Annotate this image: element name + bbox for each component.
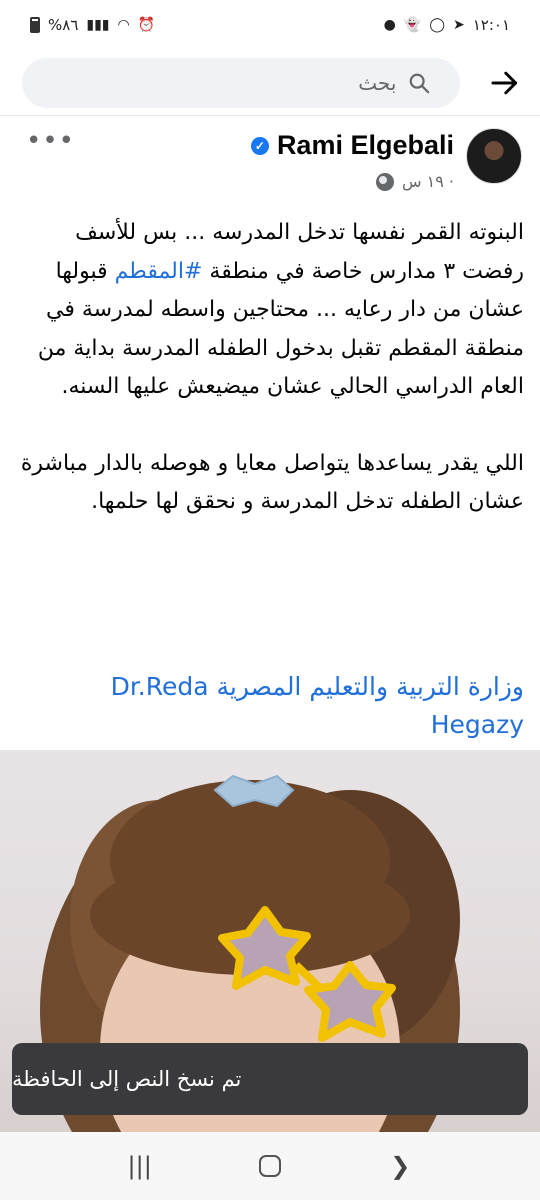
header-divider xyxy=(0,115,540,116)
post-paragraph-1: البنوته القمر نفسها تدخل المدرسه ... بس … xyxy=(18,214,524,407)
home-icon[interactable] xyxy=(258,1155,281,1177)
clock: ١٢:٠١ xyxy=(472,16,510,34)
globe-icon xyxy=(376,172,395,191)
hashtag-link[interactable]: #المقطم xyxy=(115,259,203,284)
status-left: %٨٦ ▮▮▮ ◠ ⏰ xyxy=(30,16,155,34)
toast-message: تم نسخ النص إلى الحافظة xyxy=(12,1043,528,1115)
battery-icon xyxy=(30,17,40,33)
search-field[interactable]: بحث xyxy=(22,58,461,108)
back-chevron-icon[interactable]: ❯ xyxy=(380,1152,420,1180)
status-bar: %٨٦ ▮▮▮ ◠ ⏰ ● 👻 ◯ ➤ ١٢:٠١ xyxy=(0,0,540,50)
author-row: ✓ Rami Elgebali xyxy=(250,130,454,161)
tag-ministry[interactable]: وزارة التربية والتعليم المصرية xyxy=(217,672,524,701)
snapchat-icon: 👻 xyxy=(403,17,422,33)
signal-icon: ▮▮▮ xyxy=(86,17,110,33)
telegram-icon: ➤ xyxy=(452,17,465,33)
whatsapp-icon: ◯ xyxy=(429,17,445,33)
search-icon xyxy=(410,73,430,94)
alarm-icon: ⏰ xyxy=(137,17,156,33)
tagged-pages: وزارة التربية والتعليم المصرية Dr.Reda H… xyxy=(18,668,524,744)
post-meta: ١٩ س · xyxy=(376,172,454,191)
wifi-icon: ◠ xyxy=(117,17,130,33)
arrow-right-icon[interactable] xyxy=(490,68,520,98)
toast-text: تم نسخ النص إلى الحافظة xyxy=(12,1067,242,1091)
more-options-icon[interactable]: ••• xyxy=(26,126,75,156)
status-right: ● 👻 ◯ ➤ ١٢:٠١ xyxy=(384,16,510,34)
verified-badge-icon: ✓ xyxy=(250,136,269,155)
author-name[interactable]: Rami Elgebali xyxy=(277,130,454,161)
search-placeholder: بحث xyxy=(358,71,397,95)
recents-icon[interactable]: ||| xyxy=(120,1152,160,1180)
battery-percent: %٨٦ xyxy=(48,16,79,34)
avatar[interactable] xyxy=(466,128,522,184)
search-row: بحث xyxy=(0,50,540,116)
notification-dot-icon: ● xyxy=(383,17,396,33)
post-text: البنوته القمر نفسها تدخل المدرسه ... بس … xyxy=(18,214,524,560)
system-nav-bar: ||| ❯ xyxy=(0,1132,540,1200)
post-paragraph-2: اللي يقدر يساعدها يتواصل معايا و هوصله ب… xyxy=(20,450,524,515)
post-header: ✓ Rami Elgebali ١٩ س · ••• xyxy=(0,122,540,202)
post-time[interactable]: ١٩ س · xyxy=(402,172,454,191)
